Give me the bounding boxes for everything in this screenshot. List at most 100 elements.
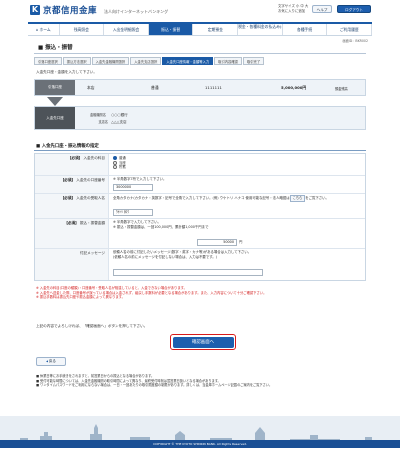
message-hint-text-2: (依頼人名の前にメッセージを付記しない場合は、入力は不要です。) <box>113 254 217 259</box>
amount-hint-text: 半角数字で入力して下さい。 <box>116 220 161 224</box>
radio-chochiku[interactable]: 貯蓄 <box>113 165 126 170</box>
down-arrow-icon <box>47 97 63 106</box>
from-balance-note: 預金残高 <box>335 86 348 91</box>
warning-notes: ※ 入金先の科目(口座の種類)・口座番号・受取人名が相違していると、入金できない… <box>36 286 366 300</box>
bottom-note: ■ ワンタイムパスワードをご利用にならない場合は、一日・一回あたりの取引限度額の… <box>36 383 273 388</box>
radio-icon <box>113 165 117 170</box>
message-input[interactable] <box>113 269 263 276</box>
nav-item-home[interactable]: ⌂ ホーム <box>28 24 60 35</box>
name-label-text: 入金先の受取人名 <box>76 196 105 200</box>
step-2: 振込方法選択 <box>62 57 91 65</box>
amount-hint: ※ 半角数字で入力して下さい。 ※ 振込・振替金額は、一回100,000円、累計… <box>113 220 209 229</box>
step-7: 取引完了 <box>242 57 265 65</box>
name-hint-text: 全角カタカナ(カタカナ・英数字・記号で全角で入力して下さい。(例) ウケトリ ハ… <box>113 196 290 200</box>
warning-note: ※ 振込手数料は振込先口座や振込金額によって異なります。 <box>36 295 125 300</box>
form-row-message: 付記メッセージ 依頼人名の前に付記したいメッセージ(数字・英字・カナ等)がある場… <box>35 249 365 280</box>
step-indicator: 引落口座選択 振込方法選択 入金先金融機関選択 入金先支店選択 入金先口座情報・… <box>34 57 265 66</box>
section-divider <box>34 150 366 151</box>
amount-unit: 円 <box>239 240 243 244</box>
page-title-text: 振込・振替 <box>45 45 73 51</box>
title-divider <box>34 53 366 54</box>
bottom-notes: ■ 休業日等にお手続きをされますと、前営業日からの振込となる場合があります。 ■… <box>36 374 366 388</box>
footer-copyright: COPYRIGHT © THE KYOTO SHINKIN BANK. All … <box>0 440 400 448</box>
recipient-name-input[interactable]: ｳｹﾄﾘ ﾀﾛｳ <box>113 209 153 216</box>
message-hint: 依頼人名の前に付記したいメッセージ(数字・英字・カナ等)がある場合は入力して下さ… <box>113 250 361 259</box>
logo-mark: K <box>30 5 40 15</box>
section-title-text: 入金先口座・振込情報の指定 <box>41 144 99 149</box>
nav-item-label: ホーム <box>39 27 51 32</box>
nav-item-balance[interactable]: 残高照会 <box>60 24 105 35</box>
message-hint-text: 依頼人名の前に付記したいメッセージ(数字・英字・カナ等)がある場合は入力して下さ… <box>113 250 252 254</box>
nav-item-transfer[interactable]: 振込・振替 <box>148 24 194 35</box>
header-links[interactable]: 文字サイズ 小 中 大 お気に入りに追加 <box>278 4 308 13</box>
form-row-name: 【必須】 入金先の受取人名 全角カタカナ(カタカナ・英数字・記号で全角で入力して… <box>35 194 365 219</box>
amount-hint-text-2: 振込・振替金額は、一回100,000円、累計額1,000千円まで <box>116 224 209 229</box>
page: K 京都信用金庫 法人向けインターネットバンキング 文字サイズ 小 中 大 お気… <box>0 0 400 456</box>
amount-input[interactable]: 50000 <box>197 239 237 246</box>
form-row-type: 【必須】 入金先の科目 普通 当座 貯蓄 <box>35 154 365 176</box>
type-radio-group: 普通 当座 貯蓄 <box>113 156 126 170</box>
main-nav: ⌂ ホーム 残高照会 入出金明細照会 振込・振替 定期預金 税金・各種料金の払込… <box>28 22 373 36</box>
header: K 京都信用金庫 法人向けインターネットバンキング 文字サイズ 小 中 大 お気… <box>0 0 400 22</box>
instruction-text: 入金先口座・金額を入力して下さい。 <box>36 70 97 74</box>
section-title: ■ 入金先口座・振込情報の指定 <box>36 144 99 149</box>
to-account-row: 入金先口座 金融機関名 ○○○銀行 支店名 △△△支店 <box>34 106 366 130</box>
account-label-text: 入金先の口座番号 <box>76 178 105 182</box>
nav-item-deposit[interactable]: 定期預金 <box>193 24 239 35</box>
name-hint-text-2: をご覧下さい。 <box>305 196 329 200</box>
to-bank-line: 金融機関名 ○○○銀行 <box>90 112 128 118</box>
screen-id: 画面ID：BKR002 <box>342 39 368 43</box>
to-branch-line: 支店名 △△△支店 <box>90 119 127 125</box>
required-mark: 【必須】 <box>60 178 76 182</box>
help-button[interactable]: ヘルプ <box>312 5 332 13</box>
account-number-input[interactable]: 3000000 <box>113 184 153 191</box>
from-balance: 5,000,000円 <box>281 85 307 90</box>
name-chars-link[interactable]: こちら <box>289 195 306 202</box>
nav-item-transactions[interactable]: 入出金明細照会 <box>104 24 149 35</box>
confirm-instruction: 上記の内容でよろしければ、「確認画面へ」ボタンを押して下さい。 <box>36 324 148 328</box>
message-label: 付記メッセージ <box>35 249 109 280</box>
back-button[interactable]: 戻る <box>36 357 66 366</box>
page-title: ■ 振込・振替 <box>38 45 73 51</box>
form-row-amount: 【必須】 振込・振替金額 ※ 半角数字で入力して下さい。 ※ 振込・振替金額は、… <box>35 219 365 249</box>
step-4: 入金先支店選択 <box>130 57 162 65</box>
to-bank-label: 金融機関名 <box>90 113 106 117</box>
amount-label: 【必須】 振込・振替金額 <box>35 219 109 248</box>
nav-item-procedures[interactable]: 各種手続 <box>283 24 328 35</box>
to-branch-value: △△△支店 <box>111 120 127 124</box>
nav-item-history[interactable]: ご利用履歴 <box>327 24 373 35</box>
radio-icon <box>113 160 117 165</box>
message-label-text: 付記メッセージ <box>79 251 105 255</box>
from-type: 普通 <box>151 85 159 90</box>
type-label-text: 入金先の科目 <box>83 156 105 160</box>
amount-label-text: 振込・振替金額 <box>79 221 105 225</box>
logo[interactable]: K 京都信用金庫 法人向けインターネットバンキング <box>30 4 168 16</box>
from-number: 1111111 <box>205 85 222 90</box>
name-label: 【必須】 入金先の受取人名 <box>35 194 109 218</box>
account-hint-text: 半角数字7桁で入力して下さい。 <box>116 177 167 181</box>
to-bank-value: ○○○銀行 <box>111 113 128 117</box>
step-5-current: 入金先口座情報・金額等入力 <box>162 57 214 65</box>
name-hint: 全角カタカナ(カタカナ・英数字・記号で全角で入力して下さい。(例) ウケトリ ハ… <box>113 195 361 202</box>
transfer-form: 【必須】 入金先の科目 普通 当座 貯蓄 【必須】 入金先の口座番号 ※ 半角数… <box>34 153 366 281</box>
from-branch: 本店 <box>87 85 95 90</box>
step-6: 取引内容確認 <box>214 57 242 65</box>
logout-button[interactable]: ログアウト <box>337 5 371 13</box>
step-3: 入金先金融機関選択 <box>91 57 130 65</box>
from-account-label: 引落口座 <box>35 80 75 95</box>
from-account-row: 引落口座 本店 普通 1111111 5,000,000円 預金残高 <box>34 79 366 96</box>
confirm-button-highlight: 確認画面へ <box>170 334 236 350</box>
account-label: 【必須】 入金先の口座番号 <box>35 176 109 193</box>
required-mark: 【必須】 <box>64 221 79 225</box>
step-1: 引落口座選択 <box>34 57 62 65</box>
to-account-label: 入金先口座 <box>35 107 75 129</box>
logo-subtitle: 法人向けインターネットバンキング <box>104 8 169 14</box>
account-hint: ※ 半角数字7桁で入力して下さい。 <box>113 177 167 181</box>
radio-chochiku-label: 貯蓄 <box>119 165 126 170</box>
required-mark: 【必須】 <box>60 196 76 200</box>
confirm-button[interactable]: 確認画面へ <box>172 336 234 348</box>
nav-item-payeasy[interactable]: 税金・各種料金の払込み(ペイジー) <box>238 24 283 35</box>
to-branch-label: 支店名 <box>98 120 108 124</box>
required-mark: 【必須】 <box>67 156 83 160</box>
form-row-account: 【必須】 入金先の口座番号 ※ 半角数字7桁で入力して下さい。 3000000 <box>35 176 365 194</box>
